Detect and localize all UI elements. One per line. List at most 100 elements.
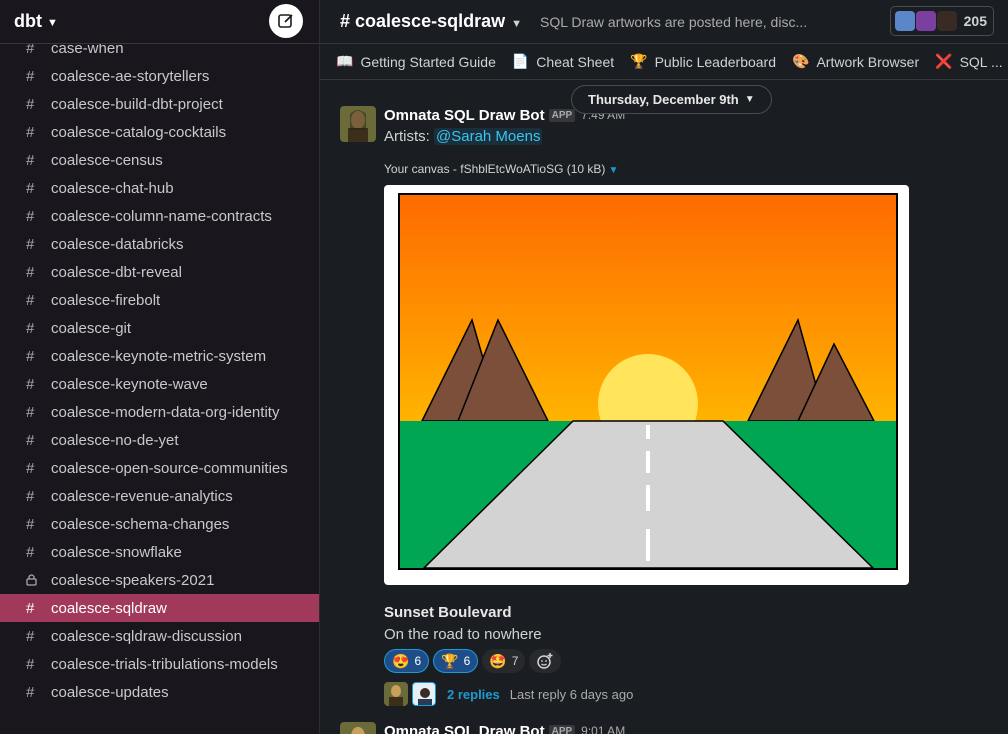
reply-avatar [412, 682, 436, 706]
canvas-image[interactable] [384, 185, 909, 585]
workspace-header[interactable]: dbt ▼ [0, 0, 319, 44]
channel-title-button[interactable]: # coalesce-sqldraw ▼ [340, 11, 522, 32]
sidebar-item-coalesce-sqldraw[interactable]: # coalesce-sqldraw [0, 594, 319, 622]
thread-summary[interactable]: 2 replies Last reply 6 days ago [384, 682, 633, 706]
sidebar-item-label: coalesce-no-de-yet [51, 431, 179, 449]
reaction-button[interactable]: 🏆 6 [433, 649, 479, 673]
bookmark-icon: 🏆 [630, 53, 648, 69]
sidebar-item-coalesce-git[interactable]: # coalesce-git [0, 314, 319, 342]
bookmark-icon: 📄 [511, 53, 530, 69]
bookmark-item[interactable]: 🏆 Public Leaderboard [630, 53, 776, 70]
hash-icon: # [26, 235, 35, 253]
bookmark-label: Artwork Browser [816, 53, 920, 70]
hash-icon: # [26, 627, 35, 645]
sidebar-item-coalesce-census[interactable]: # coalesce-census [0, 146, 319, 174]
hash-icon: # [26, 655, 35, 673]
sidebar-item-label: coalesce-updates [51, 683, 169, 701]
sidebar-item-coalesce-updates[interactable]: # coalesce-updates [0, 678, 319, 706]
sidebar-item-coalesce-chat-hub[interactable]: # coalesce-chat-hub [0, 174, 319, 202]
last-reply-time: Last reply 6 days ago [509, 686, 634, 702]
bot-avatar[interactable] [340, 722, 376, 734]
bookmark-icon: 🎨 [792, 53, 810, 69]
message: Omnata SQL Draw Bot APP 9:01 AM [340, 722, 625, 734]
sidebar-item-label: coalesce-sqldraw [51, 599, 167, 617]
sidebar-item-coalesce-no-de-yet[interactable]: # coalesce-no-de-yet [0, 426, 319, 454]
bookmark-item[interactable]: 📖 Getting Started Guide [336, 53, 496, 70]
add-reaction-button[interactable] [529, 649, 562, 673]
date-divider[interactable]: Thursday, December 9th ▼ [571, 85, 772, 114]
file-label[interactable]: Your canvas - fShblEtcWoATioSG (10 kB) ▼ [384, 162, 618, 176]
hash-icon: # [26, 347, 35, 365]
bookmark-label: Public Leaderboard [654, 53, 776, 70]
members-button[interactable]: 205 [889, 6, 994, 36]
bookmark-icon: 📖 [336, 53, 354, 69]
hash-icon: # [26, 207, 35, 225]
sidebar-item-coalesce-speakers-2021[interactable]: coalesce-speakers-2021 [0, 566, 319, 594]
hash-icon: # [26, 431, 35, 449]
bookmark-label: SQL ... [959, 53, 1003, 70]
bookmark-item[interactable]: 🎨 Artwork Browser [792, 53, 919, 70]
reaction-count: 7 [511, 654, 519, 668]
sidebar-item-coalesce-firebolt[interactable]: # coalesce-firebolt [0, 286, 319, 314]
sidebar-item-coalesce-snowflake[interactable]: # coalesce-snowflake [0, 538, 319, 566]
sidebar-item-coalesce-keynote-wave[interactable]: # coalesce-keynote-wave [0, 370, 319, 398]
sidebar-item-label: coalesce-column-name-contracts [51, 207, 272, 225]
sidebar-item-coalesce-keynote-metric-system[interactable]: # coalesce-keynote-metric-system [0, 342, 319, 370]
sidebar-item-coalesce-build-dbt-project[interactable]: # coalesce-build-dbt-project [0, 90, 319, 118]
sidebar-item-coalesce-databricks[interactable]: # coalesce-databricks [0, 230, 319, 258]
sidebar-item-label: coalesce-dbt-reveal [51, 263, 182, 281]
bookmark-icon: ❌ [935, 53, 953, 69]
timestamp[interactable]: 9:01 AM [581, 724, 625, 734]
workspace-name[interactable]: dbt [14, 11, 42, 32]
member-count: 205 [963, 13, 987, 29]
sidebar-item-coalesce-dbt-reveal[interactable]: # coalesce-dbt-reveal [0, 258, 319, 286]
hash-icon: # [26, 683, 35, 701]
sidebar-item-coalesce-ae-storytellers[interactable]: # coalesce-ae-storytellers [0, 62, 319, 90]
sidebar-item-coalesce-catalog-cocktails[interactable]: # coalesce-catalog-cocktails [0, 118, 319, 146]
message-text: Artists: @Sarah Moens [384, 128, 1004, 145]
reaction-button[interactable]: 😍 6 [384, 649, 430, 673]
hash-icon: # [26, 487, 35, 505]
sender-name[interactable]: Omnata SQL Draw Bot [384, 107, 545, 124]
sender-name[interactable]: Omnata SQL Draw Bot [384, 723, 545, 734]
sidebar-item-coalesce-revenue-analytics[interactable]: # coalesce-revenue-analytics [0, 482, 319, 510]
bot-avatar[interactable] [340, 106, 376, 142]
app-badge: APP [548, 724, 576, 734]
hash-icon: # [26, 319, 35, 337]
sidebar: # case-when # coalesce-ae-storytellers # coal… [0, 0, 320, 734]
bookmark-label: Cheat Sheet [536, 53, 615, 70]
sidebar-item-label: coalesce-revenue-analytics [51, 487, 233, 505]
bookmark-item[interactable]: 📄 Cheat Sheet [512, 53, 614, 70]
sidebar-item-coalesce-modern-data-org-identity[interactable]: # coalesce-modern-data-org-identity [0, 398, 319, 426]
member-avatar [915, 11, 936, 31]
member-avatar [936, 11, 957, 31]
sidebar-item-coalesce-schema-changes[interactable]: # coalesce-schema-changes [0, 510, 319, 538]
bookmark-item[interactable]: ❌ SQL ... [935, 53, 1003, 70]
hash-icon: # [26, 151, 35, 169]
channel-topic[interactable]: SQL Draw artworks are posted here, disc.… [540, 14, 807, 30]
chevron-down-icon[interactable]: ▼ [47, 17, 58, 29]
channel-header: # coalesce-sqldraw ▼ SQL Draw artworks ar… [320, 0, 1008, 44]
sidebar-item-coalesce-trials-tribulations-models[interactable]: # coalesce-trials-tribulations-models [0, 650, 319, 678]
compose-button[interactable] [269, 4, 303, 38]
sidebar-item-coalesce-column-name-contracts[interactable]: # coalesce-column-name-contracts [0, 202, 319, 230]
sidebar-item-coalesce-open-source-communities[interactable]: # coalesce-open-source-communities [0, 454, 319, 482]
sidebar-item-label: coalesce-keynote-wave [51, 375, 208, 393]
hash-icon: # [26, 599, 35, 617]
reply-avatar [384, 682, 408, 706]
user-mention[interactable]: @Sarah Moens [434, 128, 543, 145]
reaction-count: 6 [463, 654, 471, 668]
hash-icon: # [26, 543, 35, 561]
caret-down-icon: ▼ [608, 165, 619, 176]
reaction-button[interactable]: 🤩 7 [482, 649, 526, 673]
hash-icon: # [26, 403, 35, 421]
chevron-down-icon: ▼ [744, 94, 755, 105]
sidebar-item-coalesce-sqldraw-discussion[interactable]: # coalesce-sqldraw-discussion [0, 622, 319, 650]
channel-list: # case-when # coalesce-ae-storytellers # coal… [0, 26, 319, 706]
file-name: Your canvas - fShblEtcWoATioSG (10 kB) [384, 162, 606, 176]
sidebar-item-label: coalesce-schema-changes [51, 515, 230, 533]
replies-link[interactable]: 2 replies [447, 687, 500, 702]
member-avatar [894, 11, 915, 31]
bookmarks-bar: 📖 Getting Started Guide 📄 Cheat Sheet 🏆 Publi… [320, 44, 1008, 80]
sidebar-item-label: coalesce-sqldraw-discussion [51, 627, 242, 645]
